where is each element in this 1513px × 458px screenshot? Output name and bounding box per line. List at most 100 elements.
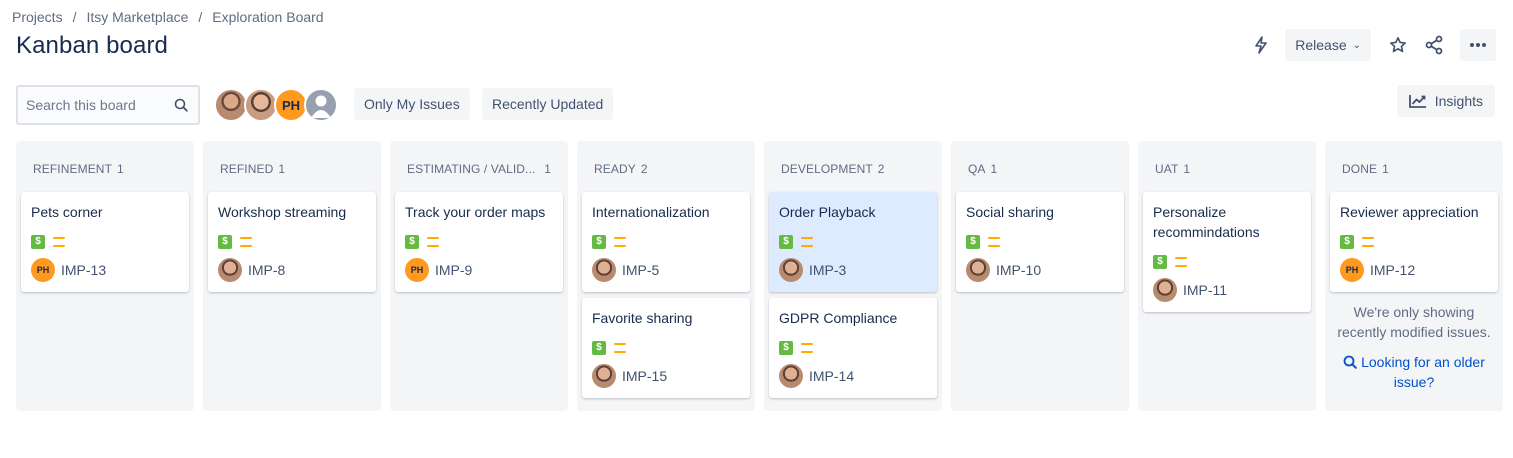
issue-card[interactable]: Favorite sharing $ IMP-15 bbox=[582, 298, 750, 398]
issue-card[interactable]: Track your order maps $ PH IMP-9 bbox=[395, 192, 563, 292]
priority-medium-icon bbox=[1175, 257, 1187, 267]
card-icons: $ bbox=[779, 234, 927, 250]
avatar[interactable] bbox=[244, 88, 278, 122]
issue-card[interactable]: Personalize recommindations $ IMP-11 bbox=[1143, 192, 1311, 312]
kanban-board: REFINEMENT 1 Pets corner $ PH IMP-13 REF… bbox=[16, 141, 1503, 411]
column-count: 1 bbox=[1382, 162, 1389, 176]
column-header: READY 2 bbox=[582, 146, 750, 192]
story-icon: $ bbox=[31, 235, 45, 249]
story-icon: $ bbox=[1153, 255, 1167, 269]
priority-medium-icon bbox=[427, 237, 439, 247]
search-box[interactable] bbox=[16, 85, 200, 125]
assignee-avatar bbox=[779, 364, 803, 388]
release-label: Release bbox=[1295, 37, 1347, 53]
breadcrumb-project[interactable]: Itsy Marketplace bbox=[86, 9, 188, 25]
card-footer: PH IMP-13 bbox=[31, 258, 179, 282]
issue-key: IMP-5 bbox=[622, 262, 660, 278]
assignee-avatar bbox=[592, 364, 616, 388]
release-button[interactable]: Release ⌄ bbox=[1285, 29, 1371, 61]
search-icon bbox=[174, 98, 188, 112]
breadcrumb-board[interactable]: Exploration Board bbox=[212, 9, 323, 25]
story-icon: $ bbox=[779, 341, 793, 355]
column-name: READY bbox=[594, 162, 636, 176]
issue-card-selected[interactable]: Order Playback $ IMP-3 bbox=[769, 192, 937, 292]
avatar[interactable]: PH bbox=[274, 88, 308, 122]
search-input[interactable] bbox=[26, 97, 166, 113]
issue-key: IMP-15 bbox=[622, 368, 668, 384]
column-name: REFINEMENT bbox=[33, 162, 112, 176]
card-title: Workshop streaming bbox=[218, 204, 347, 220]
issue-card[interactable]: Reviewer appreciation $ PH IMP-12 bbox=[1330, 192, 1498, 292]
column-uat: UAT 1 Personalize recommindations $ IMP-… bbox=[1138, 141, 1316, 411]
priority-medium-icon bbox=[614, 343, 626, 353]
card-icons: $ bbox=[1153, 254, 1301, 270]
older-issue-link[interactable]: Looking for an older issue? bbox=[1330, 352, 1498, 392]
column-name: ESTIMATING / VALID... bbox=[407, 162, 536, 176]
issue-card[interactable]: Workshop streaming $ IMP-8 bbox=[208, 192, 376, 292]
column-count: 1 bbox=[544, 162, 551, 176]
column-header: REFINEMENT 1 bbox=[21, 146, 189, 192]
more-button[interactable] bbox=[1460, 29, 1496, 61]
issue-card[interactable]: Social sharing $ IMP-10 bbox=[956, 192, 1124, 292]
column-header: DEVELOPMENT 2 bbox=[769, 146, 937, 192]
card-icons: $ bbox=[1340, 234, 1488, 250]
issue-card[interactable]: Internationalization $ IMP-5 bbox=[582, 192, 750, 292]
issue-key: IMP-11 bbox=[1183, 282, 1228, 298]
breadcrumb-separator: / bbox=[72, 9, 77, 25]
column-count: 1 bbox=[117, 162, 124, 176]
card-title: Order Playback bbox=[779, 204, 876, 220]
issue-key: IMP-3 bbox=[809, 262, 847, 278]
column-ready: READY 2 Internationalization $ IMP-5 Fav… bbox=[577, 141, 755, 411]
issue-card[interactable]: GDPR Compliance $ IMP-14 bbox=[769, 298, 937, 398]
assignee-avatar: PH bbox=[405, 258, 429, 282]
star-button[interactable] bbox=[1380, 29, 1416, 61]
card-title: GDPR Compliance bbox=[779, 310, 898, 326]
column-name: UAT bbox=[1155, 162, 1179, 176]
assignee-avatar bbox=[1153, 278, 1177, 302]
recently-updated-button[interactable]: Recently Updated bbox=[482, 88, 614, 120]
card-icons: $ bbox=[405, 234, 553, 250]
card-footer: IMP-5 bbox=[592, 258, 740, 282]
insights-icon bbox=[1408, 95, 1426, 108]
column-name: DEVELOPMENT bbox=[781, 162, 873, 176]
unassigned-avatar[interactable] bbox=[304, 88, 338, 122]
chevron-down-icon: ⌄ bbox=[1352, 39, 1361, 51]
card-title: Personalize recommindations bbox=[1153, 204, 1260, 240]
story-icon: $ bbox=[592, 341, 606, 355]
card-title: Favorite sharing bbox=[592, 310, 693, 326]
column-qa: QA 1 Social sharing $ IMP-10 bbox=[951, 141, 1129, 411]
assignee-avatar bbox=[218, 258, 242, 282]
user-icon bbox=[311, 95, 331, 118]
insights-button[interactable]: Insights bbox=[1396, 85, 1495, 117]
column-refinement: REFINEMENT 1 Pets corner $ PH IMP-13 bbox=[16, 141, 194, 411]
share-button[interactable] bbox=[1416, 29, 1452, 61]
automation-icon bbox=[1255, 36, 1268, 54]
column-count: 1 bbox=[990, 162, 998, 176]
priority-medium-icon bbox=[801, 343, 813, 353]
column-header: DONE 1 bbox=[1330, 146, 1498, 192]
priority-medium-icon bbox=[1362, 237, 1374, 247]
card-footer: IMP-15 bbox=[592, 364, 740, 388]
issue-key: IMP-10 bbox=[996, 262, 1042, 278]
column-count: 1 bbox=[1183, 162, 1191, 176]
avatar-group: PH bbox=[214, 88, 338, 122]
breadcrumb-separator: / bbox=[198, 9, 203, 25]
column-name: REFINED bbox=[220, 162, 274, 176]
more-icon bbox=[1470, 43, 1486, 47]
priority-medium-icon bbox=[988, 237, 1000, 247]
issue-key: IMP-13 bbox=[61, 262, 107, 278]
only-my-issues-button[interactable]: Only My Issues bbox=[354, 88, 470, 120]
card-icons: $ bbox=[779, 340, 927, 356]
card-title: Pets corner bbox=[31, 204, 103, 220]
breadcrumb: Projects / Itsy Marketplace / Exploratio… bbox=[12, 9, 324, 25]
column-name: DONE bbox=[1342, 162, 1378, 176]
issue-card[interactable]: Pets corner $ PH IMP-13 bbox=[21, 192, 189, 292]
breadcrumb-projects[interactable]: Projects bbox=[12, 9, 63, 25]
avatar[interactable] bbox=[214, 88, 248, 122]
done-column-note: We're only showing recently modified iss… bbox=[1337, 304, 1491, 340]
automation-button[interactable] bbox=[1243, 29, 1279, 61]
board-toolbar: PH Only My Issues Recently Updated Insig… bbox=[16, 85, 1497, 125]
card-footer: PH IMP-9 bbox=[405, 258, 553, 282]
column-count: 2 bbox=[877, 162, 885, 176]
card-title: Social sharing bbox=[966, 204, 1054, 220]
